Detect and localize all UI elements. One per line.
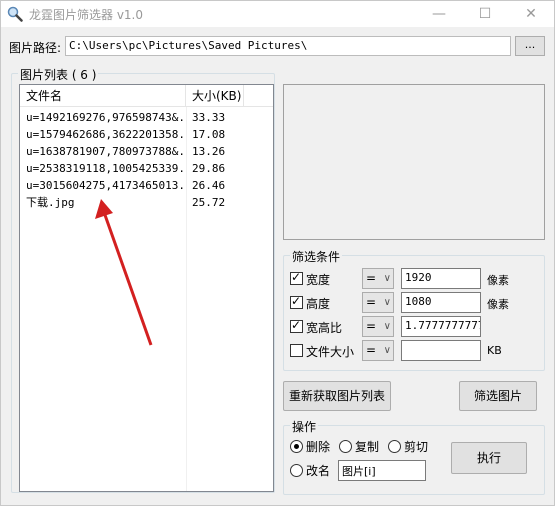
filter-images-button[interactable]: 筛选图片 xyxy=(459,381,537,411)
cell-size: 33.33 xyxy=(192,111,226,124)
rename-pattern-input[interactable]: 图片[i] xyxy=(338,460,426,481)
chevron-down-icon: ∨ xyxy=(383,297,391,308)
filter-value-input[interactable]: 1080 xyxy=(401,292,481,313)
filter-unit: 像素 xyxy=(487,298,509,311)
cell-filename: u=1638781907,780973788&... xyxy=(26,145,186,158)
filter-value-input[interactable]: 1920 xyxy=(401,268,481,289)
magnifier-icon xyxy=(7,6,23,22)
radio-copy[interactable] xyxy=(339,440,352,453)
radio-delete[interactable] xyxy=(290,440,303,453)
image-preview xyxy=(283,84,545,240)
path-label: 图片路径: xyxy=(9,41,62,55)
filter-title: 筛选条件 xyxy=(290,248,343,265)
filter-label: 宽高比 xyxy=(306,321,343,335)
filter-checkbox[interactable] xyxy=(290,318,303,333)
cell-size: 26.46 xyxy=(192,179,226,192)
radio-cut-label: 剪切 xyxy=(404,440,429,454)
radio-rename-label: 改名 xyxy=(306,464,331,478)
list-header: 文件名 大小(KB) xyxy=(20,85,273,107)
operator-value: = xyxy=(366,343,377,357)
operator-select[interactable]: = ∨ xyxy=(362,268,394,289)
radio-rename[interactable] xyxy=(290,464,303,477)
filter-label: 高度 xyxy=(306,297,331,311)
filter-value-input[interactable] xyxy=(401,340,481,361)
cell-size: 29.86 xyxy=(192,162,226,175)
operator-value: = xyxy=(366,295,377,309)
minimize-icon[interactable]: — xyxy=(416,1,462,27)
annotation-arrow-icon xyxy=(95,199,153,346)
filter-unit: 像素 xyxy=(487,274,509,287)
close-icon[interactable]: ✕ xyxy=(508,1,554,27)
table-row[interactable]: u=2538319118,1005425339... 29.86 xyxy=(20,160,273,177)
column-divider xyxy=(186,107,187,491)
operator-value: = xyxy=(366,271,377,285)
window-title: 龙霆图片筛选器 v1.0 xyxy=(29,8,144,22)
filter-unit: KB xyxy=(487,344,502,357)
cell-filename: u=1492169276,976598743&... xyxy=(26,111,186,124)
maximize-icon[interactable]: ☐ xyxy=(462,1,508,27)
table-row[interactable]: u=1492169276,976598743&... 33.33 xyxy=(20,109,273,126)
operator-select[interactable]: = ∨ xyxy=(362,316,394,337)
operator-select[interactable]: = ∨ xyxy=(362,292,394,313)
radio-delete-label: 删除 xyxy=(306,440,331,454)
execute-button[interactable]: 执行 xyxy=(451,442,527,474)
cell-size: 13.26 xyxy=(192,145,226,158)
app-window: 龙霆图片筛选器 v1.0 — ☐ ✕ 图片路径: C:\Users\pc\Pic… xyxy=(0,0,555,506)
chevron-down-icon: ∨ xyxy=(383,345,391,356)
radio-cut[interactable] xyxy=(388,440,401,453)
filter-checkbox[interactable] xyxy=(290,294,303,309)
column-header-size[interactable]: 大小(KB) xyxy=(186,85,244,107)
cell-size: 17.08 xyxy=(192,128,226,141)
cell-size: 25.72 xyxy=(192,196,226,209)
chevron-down-icon: ∨ xyxy=(383,273,391,284)
filter-checkbox[interactable] xyxy=(290,344,303,357)
radio-copy-label: 复制 xyxy=(355,440,380,454)
table-row[interactable]: u=1579462686,3622201358... 17.08 xyxy=(20,126,273,143)
filter-checkbox[interactable] xyxy=(290,270,303,285)
filter-label: 宽度 xyxy=(306,273,331,287)
chevron-down-icon: ∨ xyxy=(383,321,391,332)
table-row[interactable]: u=1638781907,780973788&... 13.26 xyxy=(20,143,273,160)
operation-title: 操作 xyxy=(290,418,319,435)
title-bar: 龙霆图片筛选器 v1.0 — ☐ ✕ xyxy=(1,1,554,27)
filter-label: 文件大小 xyxy=(306,345,355,359)
operator-select[interactable]: = ∨ xyxy=(362,340,394,361)
cell-filename: u=1579462686,3622201358... xyxy=(26,128,186,141)
path-input[interactable]: C:\Users\pc\Pictures\Saved Pictures\ xyxy=(65,36,511,56)
browse-button[interactable]: ... xyxy=(515,36,545,56)
cell-filename: u=2538319118,1005425339... xyxy=(26,162,186,175)
column-header-filename[interactable]: 文件名 xyxy=(20,85,186,107)
image-list-title: 图片列表 ( 6 ) xyxy=(18,66,99,83)
operator-value: = xyxy=(366,319,377,333)
filter-value-input[interactable]: 1.7777777777 xyxy=(401,316,481,337)
refresh-list-button[interactable]: 重新获取图片列表 xyxy=(283,381,391,411)
